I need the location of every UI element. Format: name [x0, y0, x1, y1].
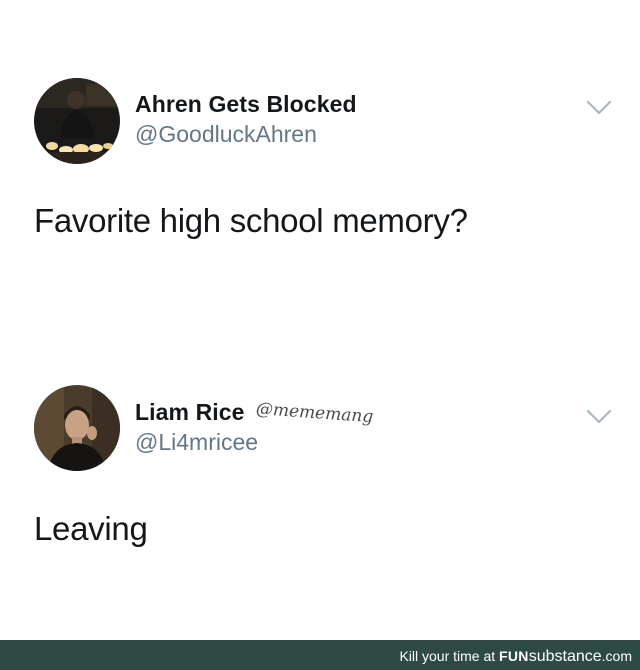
handwritten-sticker: @mememang: [255, 399, 374, 428]
tweet-card: Ahren Gets Blocked @GoodluckAhren Favori…: [0, 0, 640, 300]
watermark-tagline: Kill your time at: [399, 648, 496, 664]
avatar[interactable]: [34, 78, 120, 164]
watermark-brand-main: substance: [528, 648, 602, 665]
display-name[interactable]: Ahren Gets Blocked: [135, 91, 357, 118]
chevron-down-icon[interactable]: [586, 100, 612, 116]
tweet-card: Liam Rice @mememang @Li4mricee Leaving: [0, 300, 640, 640]
watermark-brand-bold: FUN: [499, 648, 529, 664]
tweet-text: Favorite high school memory?: [34, 202, 468, 239]
watermark-bar: Kill your time at FUNsubstance.com: [0, 640, 640, 670]
user-handle[interactable]: @GoodluckAhren: [135, 121, 317, 148]
avatar-image: [34, 385, 120, 471]
chevron-down-icon[interactable]: [586, 409, 612, 425]
watermark-text: Kill your time at FUNsubstance.com: [399, 648, 632, 666]
avatar-image: [34, 78, 120, 164]
avatar[interactable]: [34, 385, 120, 471]
watermark-brand-tld: .com: [601, 648, 632, 664]
tweet-text: Leaving: [34, 510, 148, 547]
display-name[interactable]: Liam Rice: [135, 399, 245, 426]
user-handle[interactable]: @Li4mricee: [135, 429, 258, 456]
